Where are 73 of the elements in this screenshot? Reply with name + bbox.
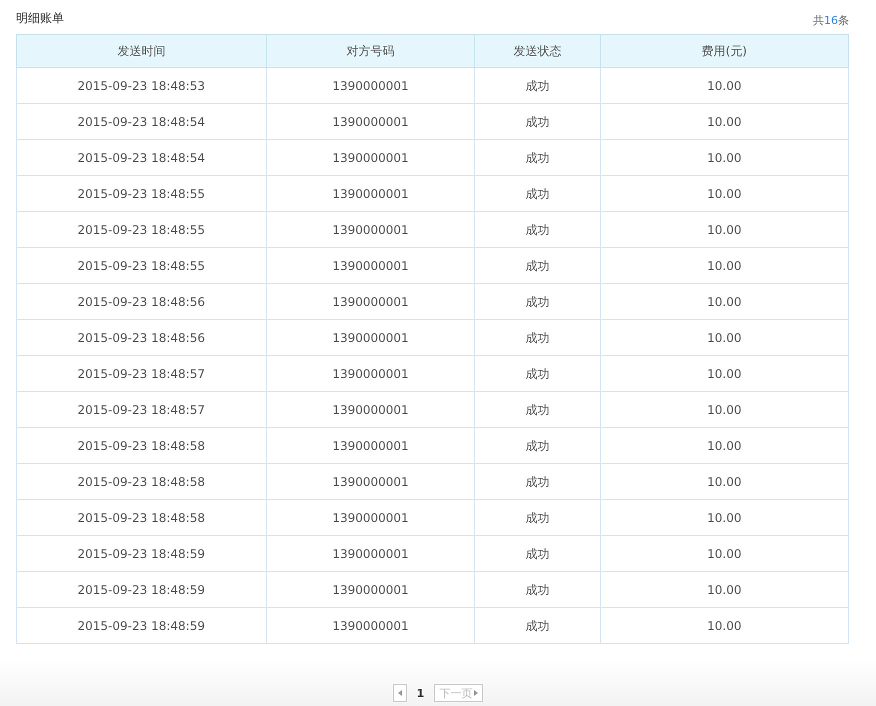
table-cell: 2015-09-23 18:48:58: [16, 428, 266, 464]
table-cell: 1390000001: [266, 284, 475, 320]
page-number[interactable]: 1: [416, 686, 424, 700]
table-cell: 1390000001: [266, 320, 475, 356]
table-cell: 10.00: [600, 536, 848, 572]
column-header: 发送状态: [474, 34, 600, 68]
table-cell: 1390000001: [266, 608, 475, 644]
table-cell: 1390000001: [266, 500, 475, 536]
table-cell: 2015-09-23 18:48:56: [16, 320, 266, 356]
table-cell: 10.00: [600, 176, 848, 212]
column-header: 发送时间: [16, 34, 266, 68]
table-cell: 10.00: [600, 464, 848, 500]
table-cell: 10.00: [600, 356, 848, 392]
table-cell: 1390000001: [266, 212, 475, 248]
table-cell: 成功: [474, 464, 600, 500]
table-cell: 2015-09-23 18:48:58: [16, 500, 266, 536]
table-cell: 成功: [474, 68, 600, 104]
table-cell: 成功: [474, 104, 600, 140]
table-cell: 1390000001: [266, 140, 475, 176]
table-cell: 2015-09-23 18:48:53: [16, 68, 266, 104]
table-cell: 1390000001: [266, 68, 475, 104]
table-cell: 成功: [474, 572, 600, 608]
table-cell: 1390000001: [266, 572, 475, 608]
table-cell: 10.00: [600, 104, 848, 140]
table-cell: 2015-09-23 18:48:57: [16, 356, 266, 392]
table-cell: 2015-09-23 18:48:54: [16, 104, 266, 140]
table-cell: 成功: [474, 392, 600, 428]
table-cell: 10.00: [600, 428, 848, 464]
table-cell: 10.00: [600, 320, 848, 356]
table-cell: 2015-09-23 18:48:56: [16, 284, 266, 320]
table-cell: 10.00: [600, 500, 848, 536]
table-cell: 10.00: [600, 248, 848, 284]
table-cell: 2015-09-23 18:48:59: [16, 608, 266, 644]
table-cell: 10.00: [600, 284, 848, 320]
table-cell: 10.00: [600, 572, 848, 608]
table-cell: 2015-09-23 18:48:57: [16, 392, 266, 428]
table-cell: 2015-09-23 18:48:59: [16, 536, 266, 572]
column-header: 费用(元): [600, 34, 848, 68]
table-cell: 1390000001: [266, 392, 475, 428]
table-cell: 成功: [474, 176, 600, 212]
page-title: 明细账单: [16, 10, 64, 27]
table-cell: 1390000001: [266, 356, 475, 392]
table-cell: 2015-09-23 18:48:55: [16, 212, 266, 248]
table-cell: 1390000001: [266, 536, 475, 572]
table-cell: 成功: [474, 608, 600, 644]
table-cell: 成功: [474, 500, 600, 536]
table-cell: 1390000001: [266, 176, 475, 212]
table-cell: 成功: [474, 428, 600, 464]
table-cell: 1390000001: [266, 464, 475, 500]
table-cell: 1390000001: [266, 248, 475, 284]
left-triangle-icon: [398, 690, 402, 696]
right-triangle-icon: [474, 690, 478, 696]
table-cell: 成功: [474, 284, 600, 320]
table-cell: 成功: [474, 356, 600, 392]
table-cell: 2015-09-23 18:48:55: [16, 176, 266, 212]
table-cell: 10.00: [600, 68, 848, 104]
table-cell: 1390000001: [266, 428, 475, 464]
table-cell: 成功: [474, 140, 600, 176]
column-header: 对方号码: [266, 34, 475, 68]
table-cell: 2015-09-23 18:48:54: [16, 140, 266, 176]
table-cell: 1390000001: [266, 104, 475, 140]
table-cell: 10.00: [600, 392, 848, 428]
table-cell: 成功: [474, 320, 600, 356]
total-count: 共16条: [813, 13, 849, 28]
table-cell: 10.00: [600, 212, 848, 248]
table-cell: 2015-09-23 18:48:58: [16, 464, 266, 500]
table-cell: 成功: [474, 536, 600, 572]
table-cell: 2015-09-23 18:48:59: [16, 572, 266, 608]
table-cell: 2015-09-23 18:48:55: [16, 248, 266, 284]
table-cell: 10.00: [600, 140, 848, 176]
table-cell: 成功: [474, 212, 600, 248]
table-cell: 成功: [474, 248, 600, 284]
table-cell: 10.00: [600, 608, 848, 644]
